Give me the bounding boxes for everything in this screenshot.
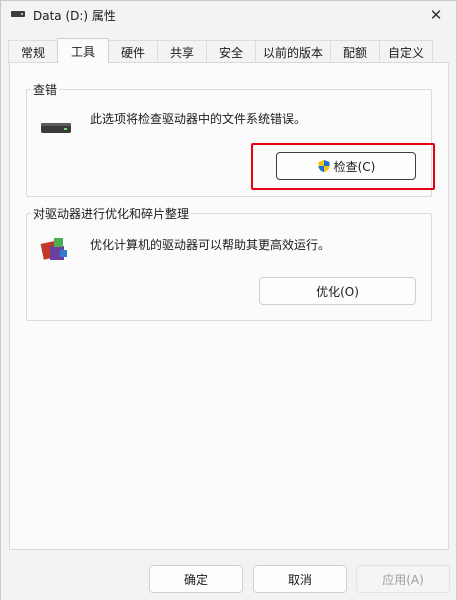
drive-icon (11, 11, 25, 17)
dialog-footer: 确定 取消 应用(A) (1, 553, 456, 600)
tab-bar: 常规 工具 硬件 共享 安全 以前的版本 配额 自定义 (8, 38, 433, 63)
close-button[interactable]: ✕ (416, 1, 456, 29)
optimize-button[interactable]: 优化(O) (259, 277, 416, 305)
optimize-group-title: 对驱动器进行优化和碎片整理 (31, 205, 192, 222)
tab-general[interactable]: 常规 (8, 40, 58, 63)
apply-button-label: 应用(A) (382, 572, 424, 587)
ok-button[interactable]: 确定 (149, 565, 243, 593)
uac-shield-icon (317, 159, 331, 173)
close-icon: ✕ (429, 6, 443, 24)
tab-security[interactable]: 安全 (206, 40, 256, 63)
properties-window: Data (D:) 属性 ✕ 常规 工具 硬件 共享 安全 以前的版本 配额 自… (0, 0, 457, 600)
tab-previous-versions[interactable]: 以前的版本 (255, 40, 331, 63)
cancel-button[interactable]: 取消 (253, 565, 347, 593)
cancel-button-label: 取消 (287, 572, 312, 587)
check-button[interactable]: 检查(C) (276, 152, 416, 180)
window-title: Data (D:) 属性 (33, 9, 116, 23)
check-button-label: 检查(C) (333, 159, 376, 174)
tab-sharing[interactable]: 共享 (157, 40, 207, 63)
title-bar: Data (D:) 属性 ✕ (1, 1, 456, 31)
defrag-icon (40, 236, 70, 264)
tab-hardware[interactable]: 硬件 (108, 40, 158, 63)
apply-button[interactable]: 应用(A) (356, 565, 450, 593)
error-checking-title: 查错 (31, 81, 60, 98)
optimize-button-label: 优化(O) (316, 284, 359, 299)
error-checking-description: 此选项将检查驱动器中的文件系统错误。 (90, 112, 307, 126)
tab-tools[interactable]: 工具 (57, 38, 109, 63)
drive-icon (40, 120, 72, 136)
tab-quota[interactable]: 配额 (330, 40, 380, 63)
optimize-description: 优化计算机的驱动器可以帮助其更高效运行。 (90, 238, 331, 252)
ok-button-label: 确定 (183, 572, 208, 587)
tools-panel: 查错 此选项将检查驱动器中的文件系统错误。 检查(C) 对驱动器进行优化和碎片整… (9, 62, 449, 550)
tab-customize[interactable]: 自定义 (379, 40, 433, 63)
